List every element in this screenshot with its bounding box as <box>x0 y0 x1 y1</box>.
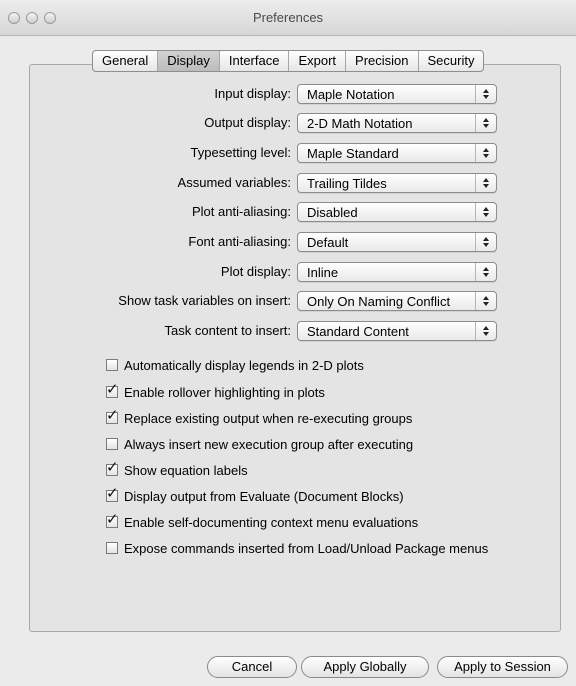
checkmark-icon: ✓ <box>106 511 119 528</box>
checkmark-icon: ✓ <box>106 381 119 398</box>
option-label: Enable self-documenting context menu eva… <box>124 515 419 530</box>
setting-label: Input display: <box>214 86 291 101</box>
task-variables-select[interactable]: Only On Naming Conflict <box>297 291 497 311</box>
task-variables-row: Show task variables on insert: Only On N… <box>0 291 576 311</box>
output-display-select[interactable]: 2-D Math Notation <box>297 113 497 133</box>
select-value: 2-D Math Notation <box>307 116 413 131</box>
task-content-row: Task content to insert: Standard Content <box>0 321 576 341</box>
option-label: Show equation labels <box>124 463 248 478</box>
tab-export[interactable]: Export <box>288 51 345 71</box>
preferences-tabs: General Display Interface Export Precisi… <box>92 50 485 72</box>
tab-interface[interactable]: Interface <box>218 51 289 71</box>
stepper-arrows-icon <box>475 114 496 132</box>
stepper-arrows-icon <box>475 144 496 162</box>
setting-label: Typesetting level: <box>190 145 291 160</box>
window-title: Preferences <box>252 10 324 25</box>
typesetting-level-select[interactable]: Maple Standard <box>297 143 497 163</box>
checkmark-icon: ✓ <box>106 407 119 424</box>
stepper-arrows-icon <box>475 292 496 310</box>
option-label: Replace existing output when re-executin… <box>124 411 413 426</box>
select-value: Trailing Tildes <box>307 176 387 191</box>
setting-label: Assumed variables: <box>177 175 291 190</box>
stepper-arrows-icon <box>475 203 496 221</box>
checkbox[interactable]: ✓ <box>106 511 119 528</box>
output-display-row: Output display: 2-D Math Notation <box>0 113 576 133</box>
option-label: Enable rollover highlighting in plots <box>124 385 325 400</box>
task-content-select[interactable]: Standard Content <box>297 321 497 341</box>
option-label: Automatically display legends in 2-D plo… <box>124 358 364 373</box>
setting-label: Task content to insert: <box>164 323 291 338</box>
checkbox[interactable] <box>106 438 118 450</box>
stepper-arrows-icon <box>475 85 496 103</box>
typesetting-level-row: Typesetting level: Maple Standard <box>0 143 576 163</box>
checkbox[interactable]: ✓ <box>106 485 119 502</box>
checkbox[interactable]: ✓ <box>106 381 119 398</box>
select-value: Default <box>307 235 349 250</box>
checkbox[interactable]: ✓ <box>106 459 119 476</box>
font-anti-aliasing-row: Font anti-aliasing: Default <box>0 232 576 252</box>
select-value: Disabled <box>307 205 358 220</box>
setting-label: Plot anti-aliasing: <box>192 204 291 219</box>
plot-display-row: Plot display: Inline <box>0 262 576 282</box>
select-value: Maple Standard <box>307 146 399 161</box>
apply-to-session-button[interactable]: Apply to Session <box>437 656 568 678</box>
checkbox[interactable] <box>106 542 118 554</box>
stepper-arrows-icon <box>475 174 496 192</box>
select-value: Maple Notation <box>307 87 395 102</box>
assumed-variables-select[interactable]: Trailing Tildes <box>297 173 497 193</box>
tab-general[interactable]: General <box>93 51 157 71</box>
plot-display-select[interactable]: Inline <box>297 262 497 282</box>
title-bar: Preferences <box>0 0 576 36</box>
plot-anti-aliasing-select[interactable]: Disabled <box>297 202 497 222</box>
setting-label: Output display: <box>204 115 291 130</box>
option-label: Display output from Evaluate (Document B… <box>124 489 404 504</box>
tab-display[interactable]: Display <box>157 51 219 71</box>
option-label: Expose commands inserted from Load/Unloa… <box>124 541 489 556</box>
option-label: Always insert new execution group after … <box>124 437 414 452</box>
select-value: Inline <box>307 265 339 280</box>
checkmark-icon: ✓ <box>106 459 119 476</box>
checkbox[interactable] <box>106 359 118 371</box>
cancel-button[interactable]: Cancel <box>207 656 297 678</box>
tab-security[interactable]: Security <box>417 51 484 71</box>
assumed-variables-row: Assumed variables: Trailing Tildes <box>0 173 576 193</box>
checkmark-icon: ✓ <box>106 485 119 502</box>
input-display-select[interactable]: Maple Notation <box>297 84 497 104</box>
stepper-arrows-icon <box>475 233 496 251</box>
stepper-arrows-icon <box>475 263 496 281</box>
setting-label: Plot display: <box>220 264 291 279</box>
select-value: Standard Content <box>307 324 409 339</box>
stepper-arrows-icon <box>475 322 496 340</box>
setting-label: Font anti-aliasing: <box>188 234 291 249</box>
checkbox[interactable]: ✓ <box>106 407 119 424</box>
apply-globally-button[interactable]: Apply Globally <box>301 656 429 678</box>
select-value: Only On Naming Conflict <box>307 294 451 309</box>
input-display-row: Input display: Maple Notation <box>0 84 576 104</box>
setting-label: Show task variables on insert: <box>118 293 291 308</box>
font-anti-aliasing-select[interactable]: Default <box>297 232 497 252</box>
tab-precision[interactable]: Precision <box>345 51 417 71</box>
plot-anti-aliasing-row: Plot anti-aliasing: Disabled <box>0 202 576 222</box>
